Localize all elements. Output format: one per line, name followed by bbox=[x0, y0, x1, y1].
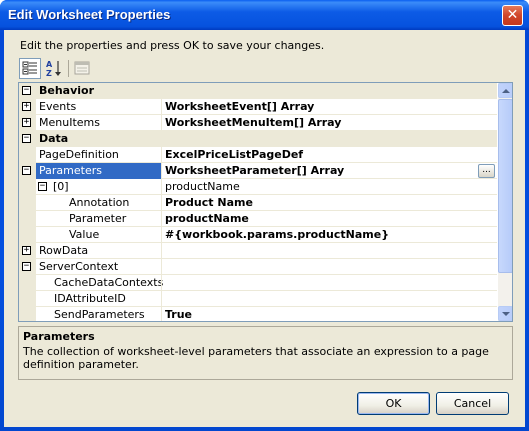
toolbar-separator bbox=[68, 60, 69, 77]
scroll-thumb[interactable] bbox=[498, 99, 512, 273]
property-name: Annotation bbox=[69, 196, 130, 209]
property-row[interactable]: − Parameters WorksheetParameter[] Array... bbox=[19, 163, 497, 179]
property-name: MenuItems bbox=[39, 116, 100, 129]
collapse-icon[interactable]: − bbox=[22, 86, 31, 95]
property-name: SendParameters bbox=[54, 308, 145, 321]
property-row[interactable]: CacheDataContexts bbox=[19, 275, 497, 291]
row-margin bbox=[19, 275, 36, 291]
column-divider bbox=[161, 227, 162, 243]
svg-text:A: A bbox=[46, 60, 53, 69]
expand-icon[interactable]: + bbox=[22, 246, 31, 255]
property-grid: − Behavior + Events WorksheetEvent[] Array + M… bbox=[18, 82, 513, 322]
property-row[interactable]: + Events WorksheetEvent[] Array bbox=[19, 99, 497, 115]
property-grid-rows: − Behavior + Events WorksheetEvent[] Array + M… bbox=[19, 83, 497, 321]
help-title: Parameters bbox=[23, 330, 95, 343]
property-value[interactable]: WorksheetMenuItem[] Array bbox=[165, 116, 341, 130]
property-row[interactable]: Value #{workbook.params.productName} bbox=[19, 227, 497, 243]
ok-button[interactable]: OK bbox=[357, 392, 430, 415]
down-arrow-icon bbox=[502, 312, 510, 316]
vertical-scrollbar[interactable] bbox=[498, 83, 512, 321]
property-row[interactable]: PageDefinition ExcelPriceListPageDef bbox=[19, 147, 497, 163]
up-arrow-icon bbox=[502, 89, 510, 93]
property-name: Parameters bbox=[39, 164, 102, 177]
property-name: CacheDataContexts bbox=[54, 276, 164, 289]
property-name: Events bbox=[39, 100, 77, 113]
property-name: Value bbox=[69, 228, 100, 241]
row-margin bbox=[19, 211, 36, 227]
property-value[interactable]: #{workbook.params.productName} bbox=[165, 228, 389, 242]
category-label: Data bbox=[39, 132, 69, 145]
scroll-down-button[interactable] bbox=[498, 306, 512, 321]
row-margin bbox=[19, 147, 36, 163]
column-divider bbox=[161, 115, 162, 131]
property-value[interactable]: ExcelPriceListPageDef bbox=[165, 148, 303, 162]
column-divider bbox=[161, 243, 162, 259]
window-title: Edit Worksheet Properties bbox=[8, 7, 171, 22]
row-margin bbox=[19, 307, 36, 321]
property-name: [0] bbox=[53, 180, 69, 193]
property-grid-toolbar: A Z bbox=[19, 58, 99, 80]
cancel-button[interactable]: Cancel bbox=[436, 392, 509, 415]
row-margin bbox=[19, 179, 36, 195]
property-value[interactable]: WorksheetParameter[] Array bbox=[165, 164, 344, 178]
property-name: ServerContext bbox=[39, 260, 119, 273]
property-value[interactable]: WorksheetEvent[] Array bbox=[165, 100, 314, 114]
property-name: IDAttributeID bbox=[54, 292, 126, 305]
column-divider bbox=[161, 99, 162, 115]
ellipsis-button[interactable]: ... bbox=[478, 164, 495, 178]
dialog-client-area: Edit the properties and press OK to save… bbox=[4, 30, 525, 427]
close-button[interactable]: ✕ bbox=[502, 5, 523, 26]
category-row[interactable]: − Behavior bbox=[19, 83, 497, 99]
property-row[interactable]: + RowData bbox=[19, 243, 497, 259]
categorized-icon bbox=[22, 61, 37, 75]
property-pages-icon bbox=[74, 61, 90, 75]
title-bar[interactable]: Edit Worksheet Properties ✕ bbox=[0, 0, 529, 30]
column-divider bbox=[161, 291, 162, 307]
category-row[interactable]: − Data bbox=[19, 131, 497, 147]
column-divider bbox=[161, 211, 162, 227]
property-name: PageDefinition bbox=[39, 148, 119, 161]
collapse-icon[interactable]: − bbox=[22, 166, 31, 175]
property-row[interactable]: Parameter productName bbox=[19, 211, 497, 227]
property-row[interactable]: − ServerContext bbox=[19, 259, 497, 275]
column-divider bbox=[161, 147, 162, 163]
row-margin bbox=[19, 227, 36, 243]
alphabetical-button[interactable]: A Z bbox=[43, 58, 65, 79]
close-icon: ✕ bbox=[506, 7, 519, 23]
property-row[interactable]: SendParameters True bbox=[19, 307, 497, 321]
property-value[interactable]: Product Name bbox=[165, 196, 253, 210]
svg-text:Z: Z bbox=[46, 69, 52, 78]
column-divider bbox=[161, 195, 162, 211]
property-value[interactable]: productName bbox=[165, 212, 249, 226]
property-value[interactable]: True bbox=[165, 308, 192, 321]
expand-icon[interactable]: + bbox=[22, 118, 31, 127]
alphabetical-sort-icon: A Z bbox=[46, 60, 61, 78]
column-divider bbox=[161, 179, 162, 195]
property-value[interactable]: productName bbox=[165, 180, 240, 194]
collapse-icon[interactable]: − bbox=[22, 262, 31, 271]
property-pages-button[interactable] bbox=[71, 58, 93, 79]
property-name: RowData bbox=[39, 244, 89, 257]
column-divider bbox=[161, 259, 162, 275]
collapse-icon[interactable]: − bbox=[38, 182, 47, 191]
row-margin bbox=[19, 195, 36, 211]
column-divider bbox=[161, 307, 162, 321]
dialog-window: Edit Worksheet Properties ✕ Edit the pro… bbox=[0, 0, 529, 431]
help-panel: Parameters The collection of worksheet-l… bbox=[18, 326, 513, 380]
row-margin bbox=[19, 291, 36, 307]
scroll-up-button[interactable] bbox=[498, 83, 512, 98]
instructions-text: Edit the properties and press OK to save… bbox=[20, 39, 325, 52]
property-name: Parameter bbox=[69, 212, 127, 225]
categorized-button[interactable] bbox=[19, 58, 41, 79]
property-row[interactable]: − [0] productName bbox=[19, 179, 497, 195]
property-row[interactable]: IDAttributeID bbox=[19, 291, 497, 307]
column-divider bbox=[161, 275, 162, 291]
collapse-icon[interactable]: − bbox=[22, 134, 31, 143]
help-description: The collection of worksheet-level parame… bbox=[23, 345, 489, 371]
category-label: Behavior bbox=[39, 84, 95, 97]
property-row[interactable]: + MenuItems WorksheetMenuItem[] Array bbox=[19, 115, 497, 131]
property-row[interactable]: Annotation Product Name bbox=[19, 195, 497, 211]
column-divider bbox=[161, 163, 162, 179]
expand-icon[interactable]: + bbox=[22, 102, 31, 111]
